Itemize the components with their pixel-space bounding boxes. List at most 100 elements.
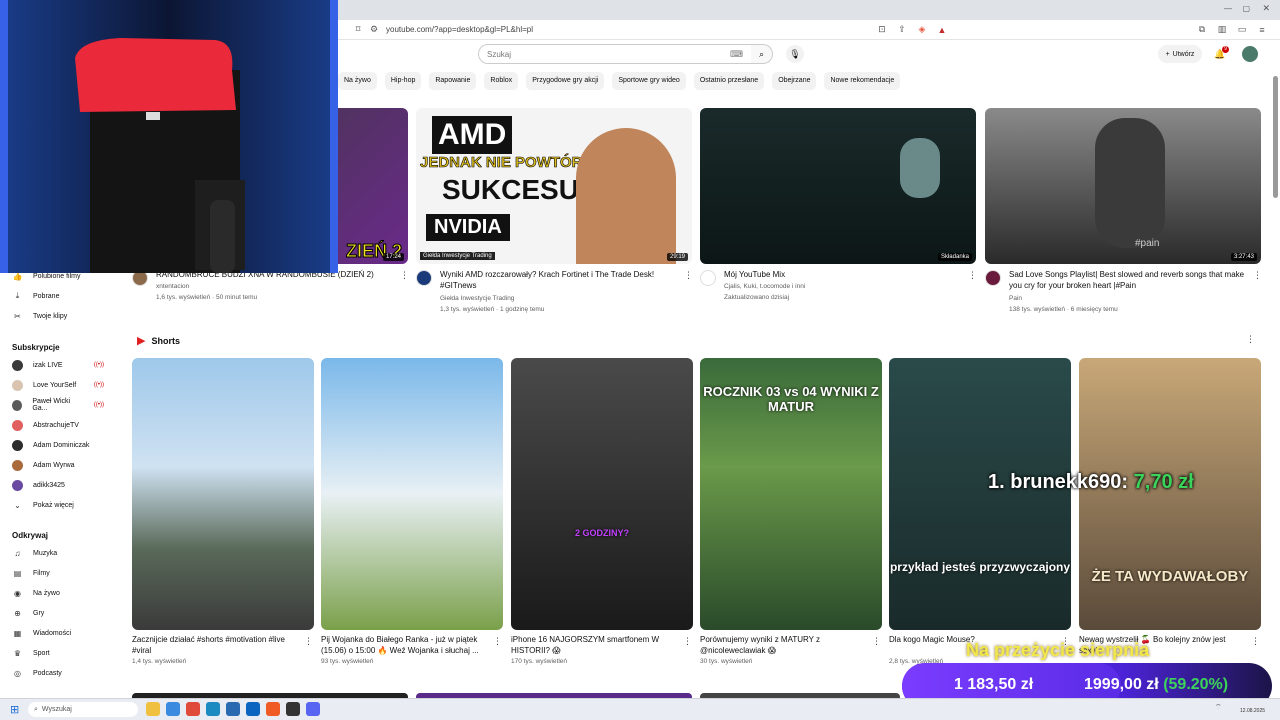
short-title[interactable]: Porównujemy wyniki z MATURY z @nicolewec…	[700, 634, 866, 656]
video-menu-icon[interactable]: ⋮	[1253, 270, 1262, 281]
discord-icon[interactable]	[306, 702, 320, 716]
obs-icon[interactable]	[286, 702, 300, 716]
video-card[interactable]: #pain 3:27:43 Sad Love Songs Playlist| Bes…	[985, 108, 1262, 318]
chip[interactable]: Nowe rekomendacje	[824, 72, 901, 90]
minimize-icon[interactable]: —	[1224, 4, 1232, 13]
taskbar-date[interactable]: 12.08.2025	[1240, 708, 1265, 714]
chip[interactable]: Przygodowe gry akcji	[526, 72, 605, 90]
brave-shield-icon[interactable]: ◈	[914, 22, 930, 38]
create-button[interactable]: + Utwórz	[1158, 45, 1202, 63]
explore-item[interactable]: ▤ Filmy	[12, 565, 50, 581]
channel-avatar[interactable]	[700, 270, 716, 286]
channel-avatar[interactable]	[416, 270, 432, 286]
video-menu-icon[interactable]: ⋮	[684, 270, 693, 281]
video-menu-icon[interactable]: ⋮	[400, 270, 409, 281]
url-text[interactable]: youtube.com/?app=desktop&gl=PL&hl=pl	[386, 25, 533, 34]
short-card[interactable]: ROCZNIK 03 vs 04 WYNIKI Z MATUR Porównuje…	[700, 358, 882, 668]
video-channel[interactable]: Giełda Inwestycje Trading	[440, 293, 514, 304]
short-menu-icon[interactable]: ⋮	[683, 636, 692, 647]
video-menu-icon[interactable]: ⋮	[968, 270, 977, 281]
menu-icon[interactable]: ≡	[1254, 22, 1270, 38]
files-icon[interactable]	[146, 702, 160, 716]
short-thumbnail[interactable]: przykład jesteś przyzwyczajony	[889, 358, 1071, 630]
video-card[interactable]: Składanka Mój YouTube Mix Cjalis, Kuki, t.…	[700, 108, 977, 318]
sidebar-item[interactable]: ✂ Twoje klipy	[12, 308, 112, 324]
video-channel[interactable]: Pain	[1009, 293, 1022, 304]
short-title[interactable]: Zacznijcie działać #shorts #motivation #…	[132, 634, 298, 656]
keyboard-icon[interactable]: ⌨	[730, 49, 743, 60]
subscription-item[interactable]: Adam Dominiczak	[12, 437, 104, 453]
shorts-menu-icon[interactable]: ⋮	[1246, 334, 1255, 345]
video-thumbnail[interactable]: #pain 3:27:43	[985, 108, 1261, 264]
maximize-icon[interactable]: ▢	[1242, 4, 1250, 13]
short-menu-icon[interactable]: ⋮	[1251, 636, 1260, 647]
rewards-icon[interactable]: ▲	[934, 22, 950, 38]
short-menu-icon[interactable]: ⋮	[493, 636, 502, 647]
video-thumbnail[interactable]: Składanka	[700, 108, 976, 264]
short-title[interactable]: Pij Wojanka do Białego Ranka - już w pią…	[321, 634, 487, 656]
chip[interactable]: Ostatnio przesłane	[693, 72, 765, 90]
short-title[interactable]: iPhone 16 NAJGORSZYM smartfonem W HISTOR…	[511, 634, 677, 656]
short-menu-icon[interactable]: ⋮	[872, 636, 881, 647]
chip[interactable]: Na żywo	[338, 72, 377, 90]
explore-item[interactable]: ♛ Sport	[12, 645, 50, 661]
bookmark-icon[interactable]: ⌑	[350, 22, 366, 38]
subscription-item[interactable]: Paweł Wicki Ga... ((•))	[12, 397, 104, 413]
subscription-item[interactable]: AbstrachujeTV	[12, 417, 104, 433]
close-icon[interactable]: ✕	[1262, 3, 1270, 14]
subscription-item[interactable]: izak LIVE ((•))	[12, 357, 104, 373]
copilot-icon[interactable]	[166, 702, 180, 716]
explore-item[interactable]: ◎ Podcasty	[12, 665, 62, 681]
explore-item[interactable]: ◉ Na żywo	[12, 585, 60, 601]
brave-icon[interactable]	[266, 702, 280, 716]
explore-item[interactable]: ⊕ Gry	[12, 605, 44, 621]
short-card[interactable]: Pij Wojanka do Białego Ranka - już w pią…	[321, 358, 503, 668]
short-card[interactable]: 2 GODZINY? iPhone 16 NAJGORSZYM smartfone…	[511, 358, 693, 668]
chip[interactable]: Sportowe gry wideo	[612, 72, 686, 90]
extensions-icon[interactable]: ⧉	[1194, 22, 1210, 38]
search-input[interactable]: Szukaj ⌨	[478, 44, 752, 64]
chip[interactable]: Hip-hop	[384, 72, 422, 90]
outlook-icon[interactable]	[246, 702, 260, 716]
explore-item[interactable]: ♫ Muzyka	[12, 545, 58, 561]
channel-avatar[interactable]	[985, 270, 1001, 286]
short-thumbnail[interactable]: 2 GODZINY?	[511, 358, 693, 630]
site-info-icon[interactable]: ⚙	[366, 22, 382, 38]
show-more-button[interactable]: ⌄ Pokaż więcej	[12, 497, 74, 513]
video-card[interactable]: AMD JEDNAK NIE POWTÓRZY SUKCESU NVIDIA Giełd…	[416, 108, 693, 318]
short-menu-icon[interactable]: ⋮	[304, 636, 313, 647]
subscription-item[interactable]: adikk3425	[12, 477, 104, 493]
edge-icon[interactable]	[206, 702, 220, 716]
explore-item[interactable]: ▦ Wiadomości	[12, 625, 71, 641]
share-icon[interactable]: ⇪	[894, 22, 910, 38]
wallet-icon[interactable]: ▭	[1234, 22, 1250, 38]
chrome-icon[interactable]	[186, 702, 200, 716]
sidebar-toggle-icon[interactable]: ▥	[1214, 22, 1230, 38]
subscription-item[interactable]: Love YourSelf ((•))	[12, 377, 104, 393]
short-card[interactable]: Zacznijcie działać #shorts #motivation #…	[132, 358, 314, 668]
subscriptions-heading[interactable]: Subskrypcje	[12, 343, 60, 352]
wifi-icon[interactable]: ⌔	[1215, 703, 1222, 712]
sidebar-item[interactable]: ⤓ Pobrane	[12, 288, 112, 304]
windows-start-icon[interactable]: ⊞	[10, 703, 19, 716]
taskbar-search[interactable]: ⌕ Wyszukaj	[28, 702, 138, 717]
account-avatar[interactable]	[1242, 46, 1258, 62]
short-card[interactable]: ŻE TA WYDAWAŁOBY Newag wystrzelił 🍒 Bo ko…	[1079, 358, 1261, 668]
video-title[interactable]: Mój YouTube Mix	[724, 269, 960, 280]
video-channel[interactable]: xntentacion	[156, 281, 189, 292]
short-card[interactable]: przykład jesteś przyzwyczajony Dla kogo M…	[889, 358, 1071, 668]
video-channel[interactable]: Cjalis, Kuki, t.ocomode i inni	[724, 281, 805, 292]
chip[interactable]: Rapowanie	[429, 72, 477, 90]
short-thumbnail[interactable]	[321, 358, 503, 630]
video-title[interactable]: Wyniki AMD rozczarowały? Krach Fortinet …	[440, 269, 676, 291]
short-thumbnail[interactable]: ROCZNIK 03 vs 04 WYNIKI Z MATUR	[700, 358, 882, 630]
short-thumbnail[interactable]: ŻE TA WYDAWAŁOBY	[1079, 358, 1261, 630]
video-title[interactable]: Sad Love Songs Playlist| Best slowed and…	[1009, 269, 1245, 291]
search-button[interactable]: ⌕	[751, 44, 773, 64]
store-icon[interactable]	[226, 702, 240, 716]
voice-search-button[interactable]: 🎙	[786, 45, 804, 63]
install-app-icon[interactable]: ⊡	[874, 22, 890, 38]
video-thumbnail[interactable]: AMD JEDNAK NIE POWTÓRZY SUKCESU NVIDIA Giełd…	[416, 108, 692, 264]
short-thumbnail[interactable]	[132, 358, 314, 630]
page-scrollbar[interactable]	[1273, 76, 1278, 198]
